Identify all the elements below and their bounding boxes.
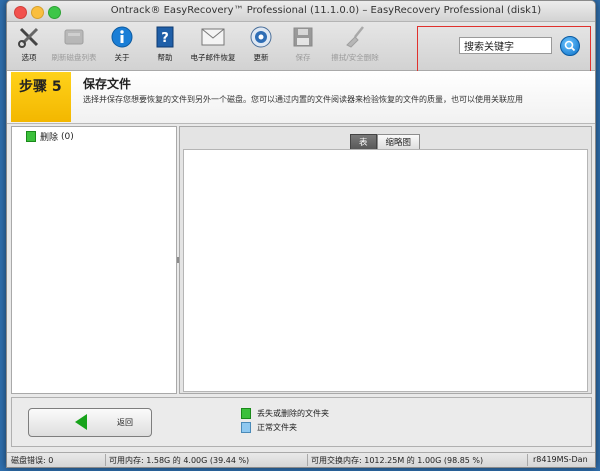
deleted-folder-icon (26, 131, 36, 142)
back-arrow-icon (75, 414, 87, 430)
close-window-button[interactable] (14, 6, 27, 19)
zoom-window-button[interactable] (48, 6, 61, 19)
status-bar: 磁盘错误: 0 可用内存: 1.58G 的 4.00G (39.44 %) 可用… (7, 452, 595, 467)
disk-refresh-icon (61, 25, 87, 49)
step-title: 保存文件 (83, 77, 132, 91)
toolbar-wipe-button[interactable]: 擦拭/安全删除 (327, 25, 383, 67)
legend-label: 正常文件夹 (257, 422, 297, 432)
svg-text:?: ? (161, 31, 169, 46)
window-title: Ontrack® EasyRecovery™ Professional (11.… (110, 5, 542, 16)
toolbar-label: 擦拭/安全删除 (331, 53, 379, 62)
tree-item-label: 删除 (40, 133, 59, 143)
legend-label: 丢失或删除的文件夹 (257, 408, 329, 418)
floppy-icon (290, 25, 316, 49)
toolbar-save-button[interactable]: 保存 (286, 25, 320, 67)
toolbar-label: 刷新磁盘列表 (51, 53, 97, 62)
toolbar-help-button[interactable]: ? 帮助 (148, 25, 182, 67)
toolbar-email-recovery-button[interactable]: 电子邮件恢复 (187, 25, 239, 67)
toolbar-label: 帮助 (157, 53, 173, 62)
back-button[interactable]: 返回 (28, 408, 152, 437)
status-divider (105, 454, 106, 466)
toolbar-label: 关于 (114, 53, 130, 62)
toolbar-options-button[interactable]: 选项 (12, 25, 46, 67)
envelope-icon (200, 25, 226, 49)
minimize-window-button[interactable] (31, 6, 44, 19)
toolbar-label: 更新 (253, 53, 269, 62)
folder-legend: 丢失或删除的文件夹 正常文件夹 (241, 406, 329, 434)
status-divider (307, 454, 308, 466)
title-bar: Ontrack® EasyRecovery™ Professional (11.… (7, 1, 595, 22)
folder-tree: 删除 (0) (11, 126, 177, 394)
info-icon (109, 25, 135, 49)
search-input[interactable] (459, 37, 552, 54)
step-description: 选择并保存您想要恢复的文件到另外一个磁盘。您可以通过内置的文件阅读器来检验恢复的… (83, 95, 523, 104)
status-disk-errors: 磁盘错误: 0 (11, 456, 54, 465)
toolbar-update-button[interactable]: 更新 (244, 25, 278, 67)
file-view-pane: 表 缩略图 (179, 126, 592, 394)
tree-item-deleted[interactable]: 删除 (0) (26, 130, 74, 143)
status-divider (527, 454, 528, 466)
broom-icon (342, 25, 368, 49)
step-label: 步骤 5 (19, 79, 62, 95)
update-icon (248, 25, 274, 49)
step-indicator: 步骤 5 (11, 72, 71, 122)
tree-item-count: (0) (61, 131, 74, 142)
file-list-area[interactable] (183, 149, 588, 392)
step-banner: 步骤 5 保存文件 选择并保存您想要恢复的文件到另外一个磁盘。您可以通过内置的文… (7, 71, 595, 124)
help-book-icon: ? (152, 25, 178, 49)
app-window: Ontrack® EasyRecovery™ Professional (11.… (6, 0, 596, 468)
legend-item-deleted: 丢失或删除的文件夹 (241, 406, 329, 420)
status-memory: 可用内存: 1.58G 的 4.00G (39.44 %) (109, 456, 250, 465)
bottom-panel: 返回 丢失或删除的文件夹 正常文件夹 (11, 397, 592, 447)
search-button[interactable] (560, 36, 580, 56)
toolbar-label: 电子邮件恢复 (190, 53, 236, 62)
toolbar-label: 保存 (295, 53, 311, 62)
status-build: r8419MS-Dan (533, 455, 588, 464)
toolbar-about-button[interactable]: 关于 (105, 25, 139, 67)
normal-folder-icon (241, 421, 251, 433)
legend-item-normal: 正常文件夹 (241, 420, 329, 434)
toolbar-label: 选项 (21, 53, 37, 62)
search-icon (564, 40, 576, 52)
deleted-folder-icon (241, 407, 251, 419)
toolbar-refresh-disks-button[interactable]: 刷新磁盘列表 (50, 25, 98, 67)
tools-icon (16, 25, 42, 49)
status-swap: 可用交换内存: 1012.25M 的 1.00G (98.85 %) (311, 456, 484, 465)
back-label: 返回 (117, 418, 133, 427)
